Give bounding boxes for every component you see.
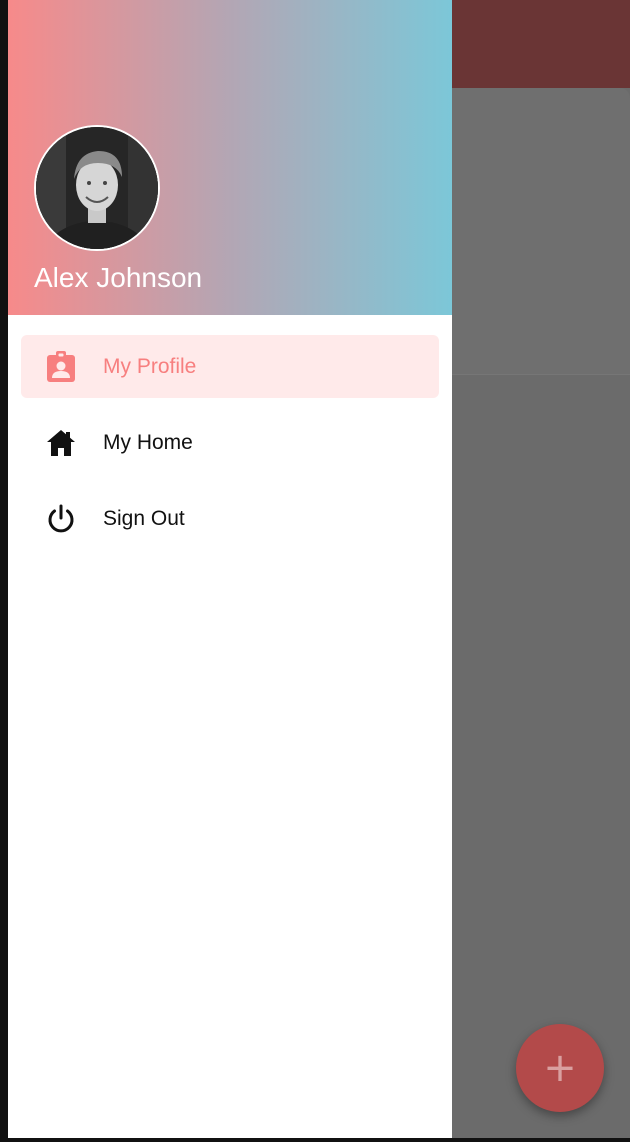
user-avatar[interactable]	[34, 125, 160, 251]
add-button[interactable]: +	[516, 1024, 604, 1112]
add-icon: +	[543, 1045, 577, 1091]
nav-list: My Profile My Home Sign Out	[8, 335, 452, 563]
nav-item-my-profile[interactable]: My Profile	[21, 335, 439, 398]
nav-label-my-profile: My Profile	[103, 354, 197, 378]
nav-item-sign-out[interactable]: Sign Out	[21, 487, 439, 550]
nav-item-my-home[interactable]: My Home	[21, 411, 439, 474]
navigation-drawer: Alex Johnson My Profile My Home Sign Out	[8, 0, 452, 1138]
drawer-header: Alex Johnson	[8, 0, 452, 315]
nav-label-sign-out: Sign Out	[103, 506, 185, 530]
power-icon	[41, 499, 81, 539]
avatar-photo	[36, 127, 158, 249]
user-name: Alex Johnson	[34, 262, 203, 293]
home-icon	[41, 423, 81, 463]
screen: + Alex Johnson My Profile My Home Sign O…	[8, 0, 630, 1138]
profile-badge-icon	[41, 347, 81, 387]
nav-label-my-home: My Home	[103, 430, 193, 454]
